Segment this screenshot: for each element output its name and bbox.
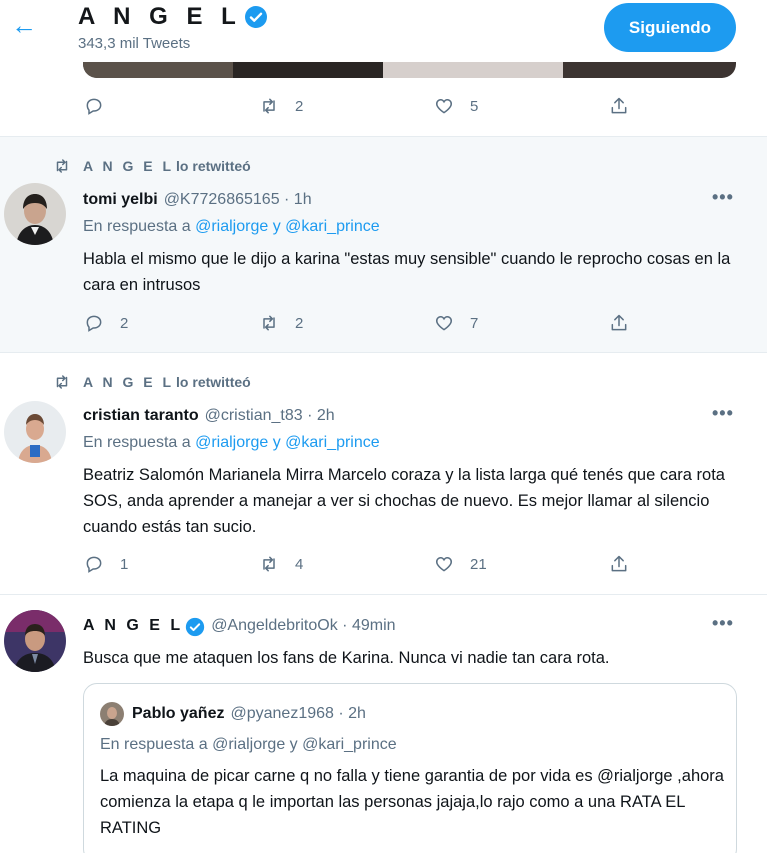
reply-button[interactable]: 2 (84, 313, 128, 333)
share-icon (611, 97, 627, 114)
quoted-tweet[interactable]: Pablo yañez @pyanez1968 · 2h En respuest… (83, 683, 737, 853)
retweet-icon (263, 315, 275, 331)
tweet-header: cristian taranto @cristian_t83 · 2h (83, 407, 335, 425)
mention-link[interactable]: @kari_prince (285, 218, 380, 235)
tweet-tomi-yelbi[interactable]: A N G E L lo retwitteó tomi yelbi @K7726… (0, 137, 767, 352)
tweet-text: Beatriz Salomón Marianela Mirra Marcelo … (83, 466, 725, 536)
retweet-context: A N G E L lo retwitteó (53, 373, 251, 391)
mention-link[interactable]: @rialjorge (195, 218, 268, 235)
reply-icon (86, 315, 102, 332)
share-button[interactable] (609, 96, 629, 116)
verified-badge-icon (244, 6, 267, 28)
retweet-context: A N G E L lo retwitteó (53, 157, 251, 175)
retweet-icon (56, 159, 68, 173)
quoted-tweet-header: Pablo yañez @pyanez1968 · 2h (100, 702, 366, 726)
profile-name: A N G E L (78, 3, 242, 30)
author-handle-time[interactable]: @cristian_t83 · 2h (205, 407, 335, 425)
profile-header: ← A N G E L 343,3 mil Tweets Siguiendo (0, 0, 767, 62)
reply-context: En respuesta a @rialjorge y @kari_prince (83, 434, 380, 451)
verified-badge-icon (186, 617, 205, 637)
author-handle-time[interactable]: @K7726865165 · 1h (164, 191, 312, 209)
tweet-actions: 2 2 7 (0, 313, 767, 337)
tweet-cristian-taranto[interactable]: A N G E L lo retwitteó cristian taranto … (0, 353, 767, 594)
retweet-icon (263, 98, 275, 114)
share-button[interactable] (609, 313, 629, 333)
author-name[interactable]: tomi yelbi (83, 191, 158, 209)
author-handle-time[interactable]: @AngeldebritoOk · 49min (211, 617, 395, 635)
more-options-icon[interactable]: ••• (712, 613, 734, 634)
retweet-icon (263, 556, 275, 572)
author-name[interactable]: cristian taranto (83, 407, 199, 425)
tweet-actions: 1 4 21 (0, 554, 767, 578)
heart-icon (435, 315, 453, 331)
retweet-count: 2 (295, 97, 304, 115)
retweet-button[interactable]: 2 (259, 96, 303, 116)
reply-icon (86, 98, 102, 115)
avatar (100, 702, 124, 726)
avatar-image (4, 610, 66, 672)
like-button[interactable]: 21 (434, 554, 487, 574)
reply-count: 2 (120, 314, 129, 332)
mention-link[interactable]: @rialjorge (195, 434, 268, 451)
tweet-header: A N G E L @AngeldebritoOk · 49min (83, 617, 396, 637)
like-count: 7 (470, 314, 479, 332)
reply-button[interactable]: 1 (84, 554, 128, 574)
avatar[interactable] (4, 401, 66, 463)
avatar-image (100, 702, 124, 726)
tweet-text: Busca que me ataquen los fans de Karina.… (83, 649, 610, 667)
tweet-count: 343,3 mil Tweets (78, 35, 191, 52)
share-button[interactable] (609, 554, 629, 574)
avatar-image (4, 401, 66, 463)
avatar-image (4, 183, 66, 245)
quoted-tweet-text: La maquina de picar carne q no falla y t… (100, 767, 724, 837)
tweet-actions: 2 5 (0, 96, 767, 120)
reply-icon (86, 556, 102, 573)
avatar[interactable] (4, 610, 66, 672)
more-options-icon[interactable]: ••• (712, 403, 734, 424)
like-count: 5 (470, 97, 479, 115)
mention-link[interactable]: @kari_prince (285, 434, 380, 451)
arrow-left-icon[interactable]: ← (8, 10, 40, 42)
retweet-count: 4 (295, 555, 304, 573)
following-button[interactable]: Siguiendo (604, 3, 736, 52)
retweet-icon (56, 375, 68, 389)
author-name[interactable]: A N G E L (83, 617, 183, 635)
more-options-icon[interactable]: ••• (712, 187, 734, 208)
like-count: 21 (470, 555, 487, 573)
header-title-block: A N G E L 343,3 mil Tweets (78, 3, 268, 52)
heart-icon (435, 98, 453, 114)
reply-context: En respuesta a @rialjorge y @kari_prince (100, 736, 397, 753)
share-icon (611, 314, 627, 331)
share-icon (611, 555, 627, 572)
tweet-header: tomi yelbi @K7726865165 · 1h (83, 191, 312, 209)
reply-context: En respuesta a @rialjorge y @kari_prince (83, 218, 380, 235)
quoted-author-name: Pablo yañez (132, 705, 225, 722)
retweet-count: 2 (295, 314, 304, 332)
tweet-text: Habla el mismo que le dijo a karina "est… (83, 250, 731, 294)
heart-icon (435, 556, 453, 572)
like-button[interactable]: 5 (434, 96, 478, 116)
avatar[interactable] (4, 183, 66, 245)
retweet-button[interactable]: 2 (259, 313, 303, 333)
like-button[interactable]: 7 (434, 313, 478, 333)
reply-button[interactable] (84, 96, 104, 116)
quoted-author-handle-time: @pyanez1968 · 2h (230, 705, 366, 722)
reply-count: 1 (120, 555, 129, 573)
retweet-button[interactable]: 4 (259, 554, 303, 574)
